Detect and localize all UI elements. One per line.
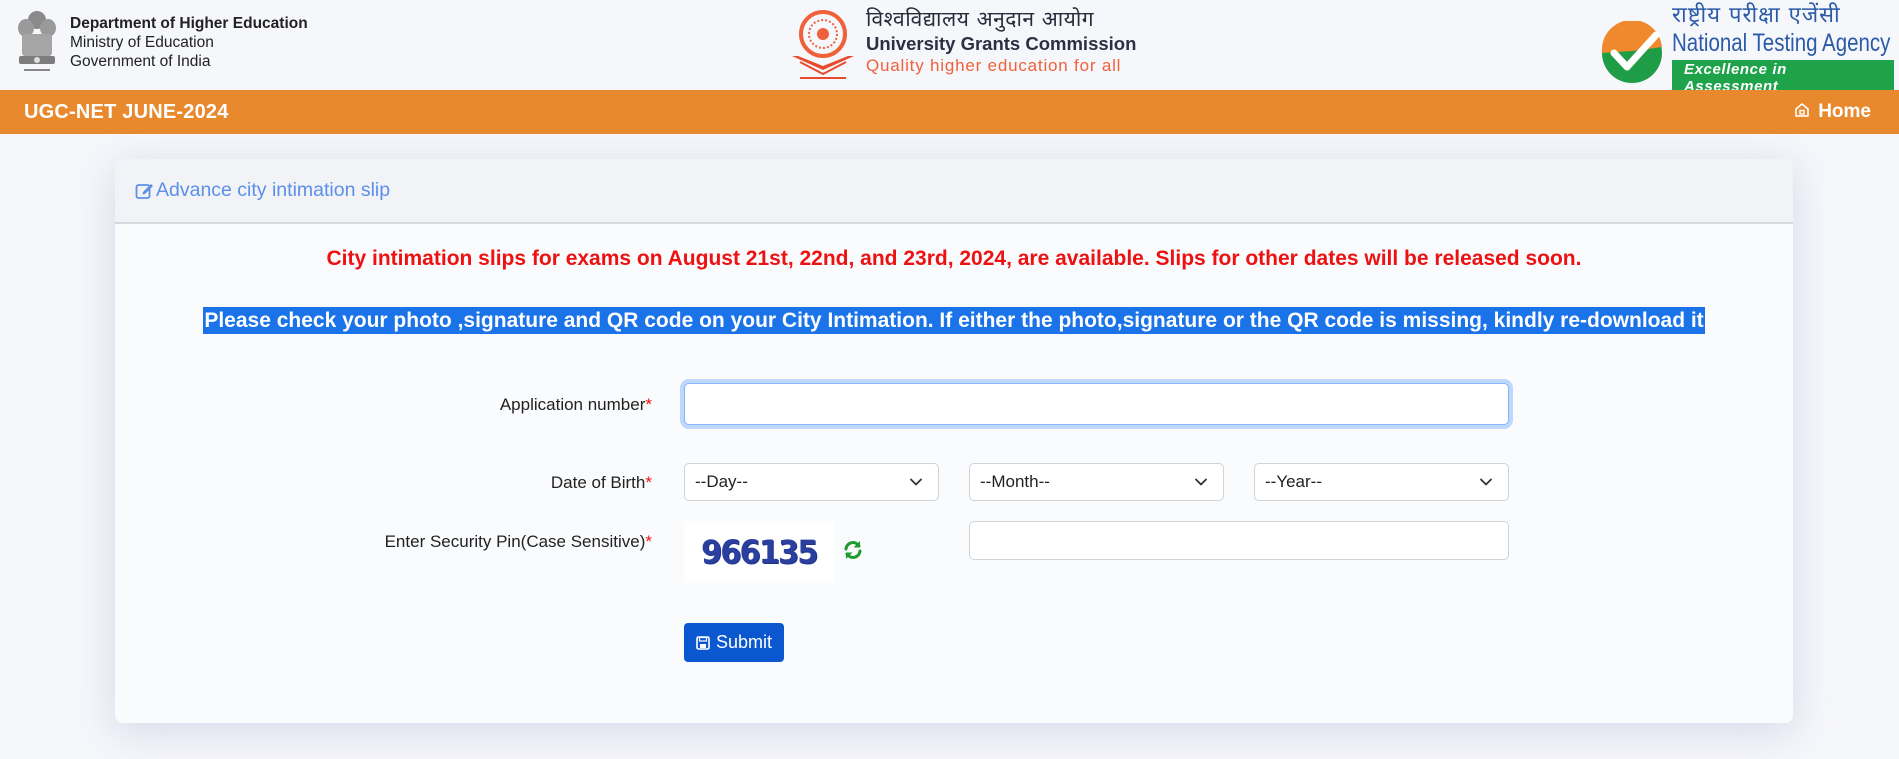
- home-link[interactable]: Home: [1794, 101, 1871, 123]
- photo-check-notice: Please check your photo ,signature and Q…: [203, 307, 1705, 334]
- dob-year-value: --Year--: [1265, 472, 1322, 491]
- ministry-branding: Department of Higher Education Ministry …: [14, 6, 308, 78]
- photo-check-notice-wrap: Please check your photo ,signature and Q…: [115, 307, 1793, 335]
- dob-month-select[interactable]: --Month--: [969, 463, 1224, 501]
- card-title-text: Advance city intimation slip: [156, 179, 391, 201]
- required-mark: *: [645, 532, 652, 551]
- required-mark: *: [645, 395, 652, 414]
- ashoka-emblem-icon: [18, 11, 56, 71]
- nta-english-name: National Testing Agency: [1672, 29, 1891, 57]
- logo-header: Department of Higher Education Ministry …: [0, 0, 1899, 96]
- ugc-chakra-logo-icon: [792, 10, 854, 79]
- captcha-text: 966135: [701, 533, 818, 571]
- ugc-english-name: University Grants Commission: [866, 33, 1137, 54]
- city-slip-card: Advance city intimation slip City intima…: [115, 159, 1793, 723]
- security-pin-input[interactable]: [969, 521, 1509, 560]
- home-label: Home: [1818, 101, 1871, 122]
- security-pin-label: Enter Security Pin(Case Sensitive)*: [384, 532, 652, 551]
- ugc-hindi-name: विश्वविद्यालय अनुदान आयोग: [866, 7, 1095, 31]
- availability-notice: City intimation slips for exams on Augus…: [326, 247, 1582, 270]
- dob-year-select[interactable]: --Year--: [1254, 463, 1509, 501]
- navbar: UGC-NET JUNE-2024 Home: [0, 90, 1899, 134]
- nta-branding: राष्ट्रीय परीक्षा एजेंसी National Testin…: [1600, 4, 1899, 96]
- dob-day-select[interactable]: --Day--: [684, 463, 939, 501]
- ugc-branding: विश्वविद्यालय अनुदान आयोग University Gra…: [788, 6, 1136, 82]
- captcha-image: 966135: [684, 521, 834, 583]
- chevron-down-icon: [1480, 478, 1492, 486]
- exam-title[interactable]: UGC-NET JUNE-2024: [24, 101, 229, 124]
- card-title: Advance city intimation slip: [135, 179, 390, 202]
- dob-month-value: --Month--: [980, 472, 1050, 491]
- card-header: Advance city intimation slip: [115, 159, 1793, 224]
- department-name: Department of Higher Education: [70, 14, 308, 32]
- nta-hindi-name: राष्ट्रीय परीक्षा एजेंसी: [1672, 3, 1841, 28]
- chevron-down-icon: [910, 478, 922, 486]
- submit-label: Submit: [715, 632, 773, 652]
- refresh-icon[interactable]: [842, 539, 864, 561]
- ministry-name: Ministry of Education: [70, 33, 214, 51]
- save-icon: [696, 635, 710, 650]
- application-number-label: Application number*: [499, 395, 652, 414]
- dob-label: Date of Birth*: [550, 473, 652, 492]
- government-name: Government of India: [70, 52, 211, 70]
- submit-button[interactable]: Submit: [684, 623, 784, 662]
- chevron-down-icon: [1195, 478, 1207, 486]
- application-number-input[interactable]: [684, 383, 1509, 425]
- required-mark: *: [645, 473, 652, 492]
- ugc-tagline: Quality higher education for all: [866, 56, 1122, 75]
- dob-day-value: --Day--: [695, 472, 748, 491]
- edit-square-icon: [135, 184, 153, 199]
- home-icon: [1795, 103, 1810, 117]
- nta-check-logo-icon: [1601, 21, 1662, 83]
